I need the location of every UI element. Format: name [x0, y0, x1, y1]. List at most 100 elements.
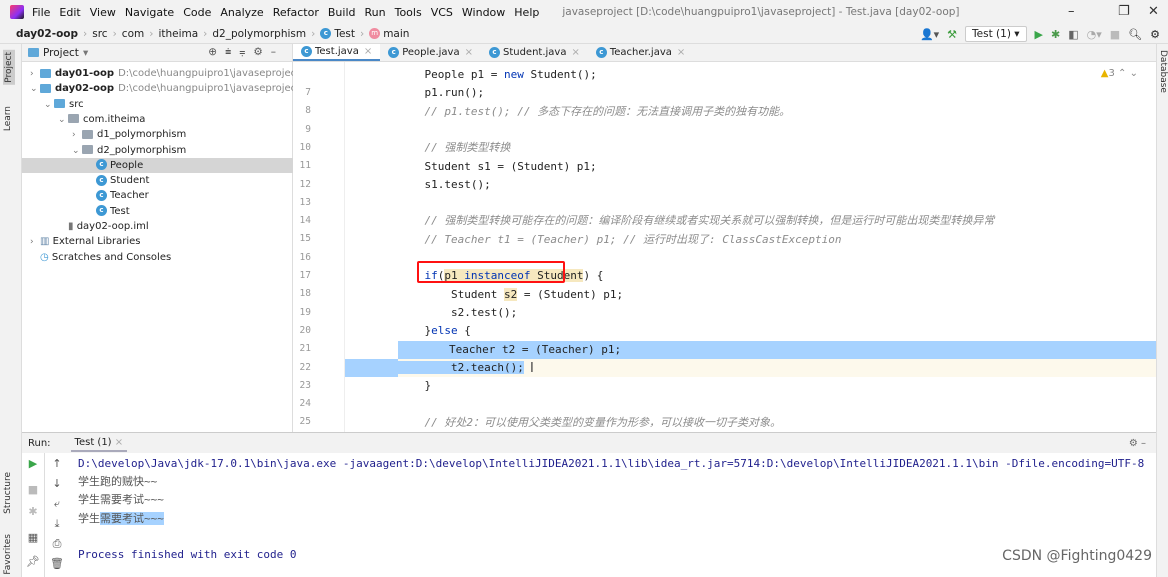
user-icon[interactable]: 👤▾ [920, 28, 939, 41]
learn-tool-tab[interactable]: Learn [3, 106, 13, 131]
console-line[interactable]: D:\develop\Java\jdk-17.0.1\bin\java.exe … [78, 455, 1144, 473]
tree-item[interactable]: › d1_polymorphism [22, 127, 293, 142]
scroll-to-end-icon[interactable]: ⤓ [46, 517, 68, 531]
code-editor[interactable]: c Test.java × c People.java × c Student.java × c T… [293, 44, 1156, 432]
code-line[interactable]: p1.run(); [345, 84, 1156, 102]
soft-wrap-icon[interactable]: ⤶ [46, 497, 68, 511]
expand-arrow-icon[interactable]: ⌄ [30, 82, 40, 96]
menu-file[interactable]: File [32, 6, 50, 19]
breadcrumb-item[interactable]: main [383, 28, 409, 40]
search-icon[interactable]: 🔍︎ [1128, 28, 1142, 41]
restore-button[interactable]: ❐ [1118, 4, 1130, 19]
tree-item[interactable]: ▮ day02-oop.iml [22, 219, 293, 234]
menu-code[interactable]: Code [183, 6, 211, 19]
tree-item[interactable]: c People [22, 157, 293, 173]
tree-item[interactable]: ⌄ com.itheima [22, 112, 293, 127]
run-panel-settings-icon[interactable]: ⚙ – [1129, 438, 1146, 449]
close-run-tab-icon[interactable]: × [115, 437, 123, 448]
project-view-select[interactable]: Project [43, 47, 79, 59]
breadcrumb-item[interactable]: itheima [158, 28, 198, 40]
tree-item[interactable]: c Student [22, 173, 293, 188]
code-line[interactable]: // 强制类型转换可能存在的问题：编译阶段有继续或者实现关系就可以强制转换，但是… [345, 212, 1156, 230]
close-tab-icon[interactable]: × [364, 46, 372, 57]
expand-arrow-icon[interactable]: ⌄ [44, 98, 54, 112]
console-line[interactable]: Process finished with exit code 0 [78, 546, 297, 564]
layout-icon[interactable]: ▦ [22, 531, 44, 544]
code-line[interactable]: Student s2 = (Student) p1; [345, 286, 1156, 304]
project-panel-actions[interactable]: ⊕⩧⩦⚙– [208, 46, 284, 59]
code-line[interactable]: s2.test(); [345, 304, 1156, 322]
scroll-down-icon[interactable]: ↓ [46, 477, 68, 490]
close-button[interactable]: ✕ [1148, 4, 1159, 19]
console-line[interactable]: 学生需要考试~~~ [78, 510, 164, 528]
expand-arrow-icon[interactable]: ⌄ [72, 144, 82, 158]
tab-teacher-java[interactable]: c Teacher.java × [588, 44, 693, 61]
menu-edit[interactable]: Edit [59, 6, 80, 19]
expand-arrow-icon[interactable]: › [72, 128, 82, 142]
inspection-widget[interactable]: ▲3 ⌃ ⌄ [1101, 68, 1138, 79]
database-tool-tab[interactable]: Database [1157, 50, 1168, 93]
tree-item[interactable]: c Test [22, 204, 293, 219]
code-line[interactable]: // 好处2：可以使用父类类型的变量作为形参，可以接收一切子类对象。 [345, 414, 1156, 432]
code-line[interactable]: Student s1 = (Student) p1; [345, 158, 1156, 176]
code-line[interactable]: } [345, 377, 1156, 395]
tab-student-java[interactable]: c Student.java × [481, 44, 588, 61]
profile-icon[interactable]: ◔▾ [1087, 28, 1102, 41]
stop-icon[interactable]: ■ [22, 483, 44, 496]
code-line[interactable]: // p1.test(); // 多态下存在的问题：无法直接调用子类的独有功能。 [345, 103, 1156, 121]
coverage-icon[interactable]: ◧ [1068, 28, 1078, 41]
menu-run[interactable]: Run [365, 6, 386, 19]
menu-tools[interactable]: Tools [395, 6, 422, 19]
code-line[interactable]: // 强制类型转换 [345, 139, 1156, 157]
tree-item[interactable]: ◷ Scratches and Consoles [22, 250, 293, 265]
breadcrumb-item[interactable]: d2_polymorphism [212, 28, 306, 40]
stop-icon[interactable]: ■ [1110, 28, 1120, 41]
run-tab[interactable]: Test (1) × [70, 435, 128, 452]
favorites-tool-tab[interactable]: Favorites [3, 534, 13, 575]
run-icon[interactable]: ▶ [1035, 28, 1043, 41]
close-tab-icon[interactable]: × [465, 47, 473, 58]
menu-build[interactable]: Build [328, 6, 356, 19]
build-hammer-icon[interactable]: ⚒ [947, 28, 957, 41]
expand-arrow-icon[interactable]: ⌄ [58, 113, 68, 127]
code-line[interactable]: People p1 = new Student(); [345, 66, 1156, 84]
tree-item[interactable]: › day01-oop D:\code\huangpuipro1\javasepro… [22, 66, 293, 81]
menu-vcs[interactable]: VCS [431, 6, 453, 19]
menu-window[interactable]: Window [462, 6, 505, 19]
close-tab-icon[interactable]: × [677, 47, 685, 58]
code-line[interactable]: t2.teach(); [345, 358, 1156, 377]
structure-tool-tab[interactable]: Structure [3, 472, 13, 514]
console-line[interactable]: 学生跑的贼快~~ [78, 473, 157, 491]
console-line[interactable]: 学生需要考试~~~ [78, 491, 164, 509]
close-tab-icon[interactable]: × [571, 47, 579, 58]
breadcrumb-item[interactable]: com [122, 28, 144, 40]
menu-view[interactable]: View [90, 6, 116, 19]
breadcrumb-item[interactable]: day02-oop [16, 28, 78, 40]
project-tool-tab[interactable]: Project [3, 50, 15, 85]
code-line[interactable]: }else { [345, 322, 1156, 340]
minimize-button[interactable]: – [1068, 4, 1075, 19]
expand-arrow-icon[interactable]: › [30, 67, 40, 81]
debug-icon[interactable]: ✱ [22, 505, 44, 518]
tree-item[interactable]: ⌄ day02-oop D:\code\huangpuipro1\javasepro… [22, 81, 293, 96]
tab-people-java[interactable]: c People.java × [380, 44, 481, 61]
tree-item[interactable]: ⌄ d2_polymorphism [22, 143, 293, 158]
code-line[interactable]: s1.test(); [345, 176, 1156, 194]
tree-item[interactable]: › ▥ External Libraries [22, 234, 293, 249]
clear-trash-icon[interactable]: 🗑︎ [46, 557, 68, 570]
menu-refactor[interactable]: Refactor [273, 6, 319, 19]
code-line[interactable]: // Teacher t1 = (Teacher) p1; // 运行时出现了:… [345, 231, 1156, 249]
breadcrumb-item[interactable]: Test [334, 28, 355, 40]
menu-navigate[interactable]: Navigate [125, 6, 174, 19]
expand-arrow-icon[interactable]: › [30, 235, 40, 249]
run-config-select[interactable]: Test (1) ▾ [965, 26, 1027, 42]
print-icon[interactable]: ⎙ [46, 537, 68, 551]
code-line[interactable] [345, 121, 1156, 139]
settings-gear-icon[interactable]: ⚙ [1150, 28, 1160, 41]
debug-icon[interactable]: ✱ [1051, 28, 1060, 41]
code-line[interactable]: Teacher t2 = (Teacher) p1; [398, 340, 1156, 359]
menu-analyze[interactable]: Analyze [220, 6, 263, 19]
breadcrumb-item[interactable]: src [92, 28, 107, 40]
code-line[interactable] [345, 194, 1156, 212]
rerun-icon[interactable]: ▶ [22, 457, 44, 470]
